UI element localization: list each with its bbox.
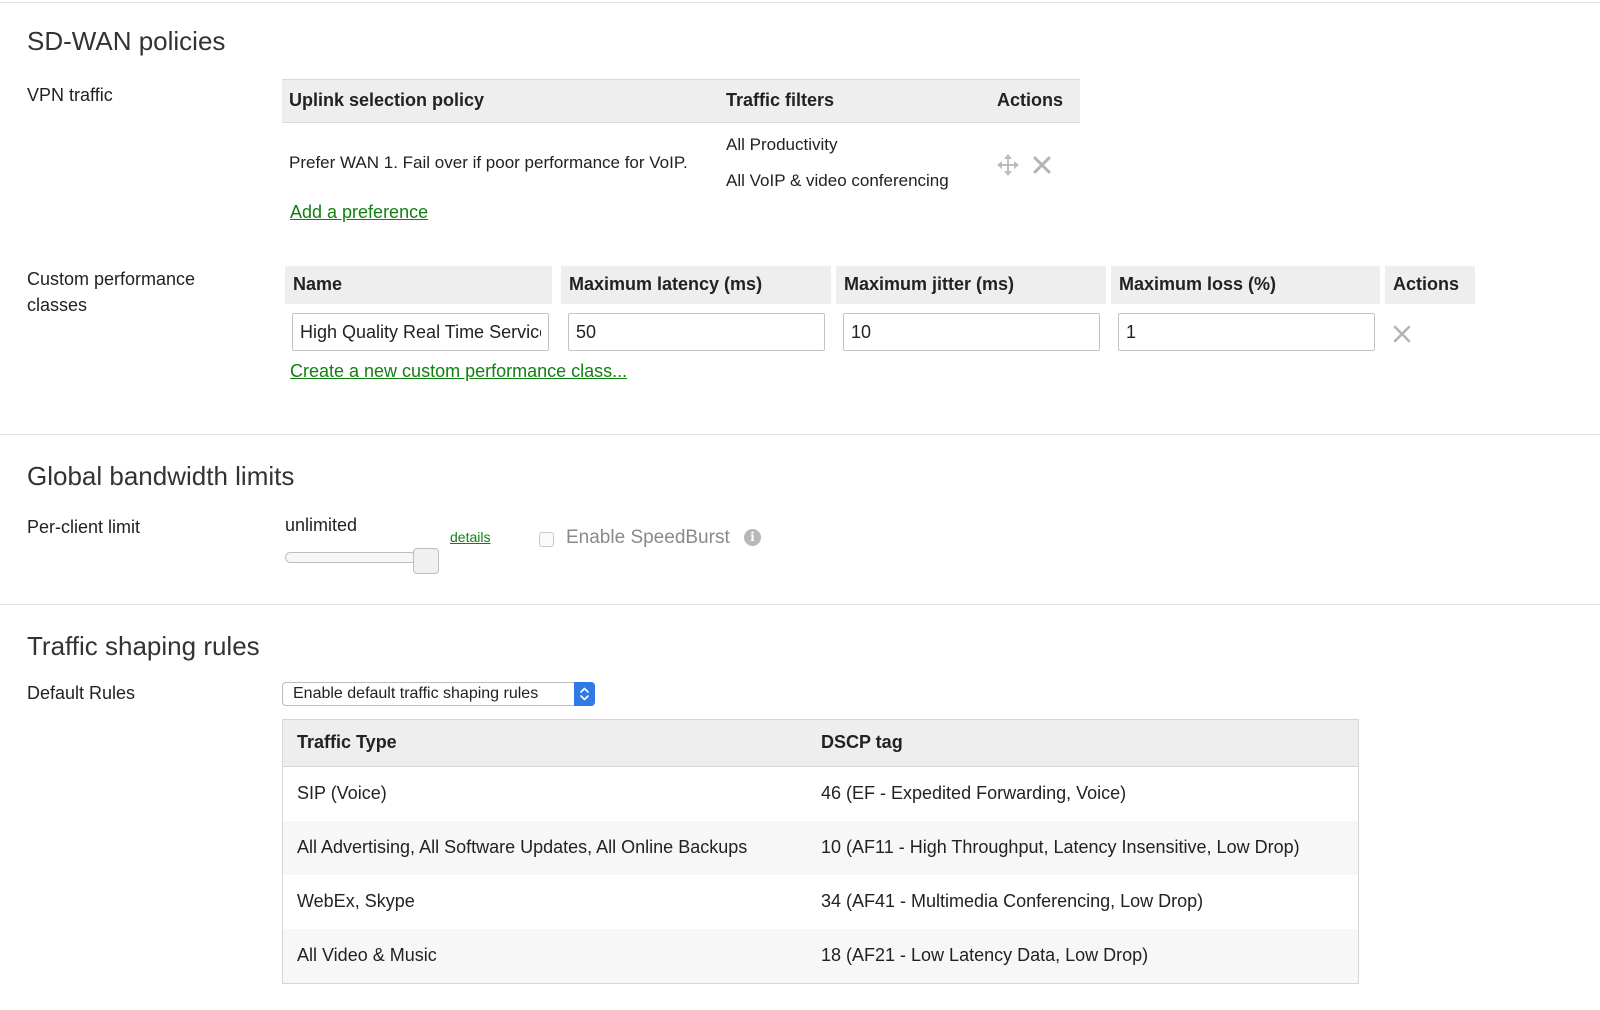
traffic-type-cell: All Advertising, All Software Updates, A…: [297, 837, 748, 857]
drag-handle-icon[interactable]: [996, 153, 1020, 177]
table-row[interactable]: All Advertising, All Software Updates, A…: [283, 821, 1358, 875]
perf-col-jitter: Maximum jitter (ms): [836, 266, 1106, 304]
perf-col-actions: Actions: [1385, 266, 1475, 304]
perf-col-actions-text: Actions: [1393, 274, 1460, 294]
vpn-traffic-label: VPN traffic: [27, 85, 113, 105]
dscp-tag-cell: 10 (AF11 - High Throughput, Latency Inse…: [821, 837, 1300, 857]
traffic-type-cell: SIP (Voice): [297, 783, 387, 803]
perf-col-name-text: Name: [293, 274, 343, 294]
perf-class-name-input[interactable]: [292, 313, 549, 351]
traffic-type-cell: WebEx, Skype: [297, 891, 415, 911]
vpn-table-header: Uplink selection policy Traffic filters …: [282, 79, 1080, 123]
create-perf-class-link[interactable]: Create a new custom performance class...: [290, 361, 627, 382]
section-divider: [0, 604, 1600, 605]
info-icon[interactable]: i: [744, 529, 761, 546]
traffic-shaping-table: Traffic Type DSCP tag SIP (Voice) 46 (EF…: [282, 719, 1359, 984]
vpn-table-row: Prefer WAN 1. Fail over if poor performa…: [282, 123, 1080, 203]
dscp-tag-cell: 18 (AF21 - Low Latency Data, Low Drop): [821, 945, 1149, 965]
shaping-table-header: Traffic Type DSCP tag: [283, 720, 1358, 767]
top-divider: [0, 2, 1600, 3]
default-rules-select[interactable]: Enable default traffic shaping rules: [282, 682, 595, 706]
custom-performance-classes-label: Custom performance classes: [27, 269, 196, 315]
table-row[interactable]: SIP (Voice) 46 (EF - Expedited Forwardin…: [283, 767, 1358, 821]
dscp-tag-cell: 34 (AF41 - Multimedia Conferencing, Low …: [821, 891, 1204, 911]
bandwidth-section-title: Global bandwidth limits: [27, 461, 295, 491]
default-rules-selected-text: Enable default traffic shaping rules: [293, 685, 539, 702]
speedburst-checkbox[interactable]: [539, 532, 554, 547]
shaping-section-title: Traffic shaping rules: [27, 631, 260, 661]
max-latency-input[interactable]: [568, 313, 825, 351]
col-dscp-tag: DSCP tag: [821, 732, 903, 752]
traffic-filter-item: All VoIP & video conferencing: [726, 171, 949, 190]
perf-col-loss: Maximum loss (%): [1111, 266, 1380, 304]
speedburst-label: Enable SpeedBurst: [566, 527, 730, 548]
perf-col-jitter-text: Maximum jitter (ms): [844, 274, 1015, 294]
per-client-limit-label: Per-client limit: [27, 517, 141, 537]
section-divider: [0, 434, 1600, 435]
perf-col-latency: Maximum latency (ms): [561, 266, 831, 304]
details-link[interactable]: details: [450, 529, 490, 545]
col-uplink-policy: Uplink selection policy: [289, 90, 485, 110]
col-traffic-filters: Traffic filters: [726, 90, 835, 110]
bandwidth-slider-track[interactable]: [285, 552, 417, 563]
max-jitter-input[interactable]: [843, 313, 1100, 351]
default-rules-label: Default Rules: [27, 683, 136, 703]
dscp-tag-cell: 46 (EF - Expedited Forwarding, Voice): [821, 783, 1127, 803]
perf-col-latency-text: Maximum latency (ms): [569, 274, 763, 294]
perf-col-name: Name: [285, 266, 552, 304]
table-row[interactable]: All Video & Music 18 (AF21 - Low Latency…: [283, 929, 1358, 983]
remove-preference-icon[interactable]: [1030, 153, 1054, 177]
table-row[interactable]: WebEx, Skype 34 (AF41 - Multimedia Confe…: [283, 875, 1358, 929]
col-actions: Actions: [997, 90, 1064, 110]
select-arrows-icon: [574, 682, 595, 706]
traffic-filter-item: All Productivity: [726, 135, 838, 154]
perf-col-loss-text: Maximum loss (%): [1119, 274, 1277, 294]
traffic-type-cell: All Video & Music: [297, 945, 437, 965]
uplink-policy-text: Prefer WAN 1. Fail over if poor performa…: [289, 153, 688, 172]
sdwan-section-title: SD-WAN policies: [27, 26, 226, 56]
limit-value-text: unlimited: [285, 515, 358, 535]
bandwidth-slider-thumb[interactable]: [413, 548, 439, 574]
col-traffic-type: Traffic Type: [297, 732, 397, 752]
max-loss-input[interactable]: [1118, 313, 1375, 351]
add-preference-link[interactable]: Add a preference: [290, 202, 428, 223]
remove-perf-class-icon[interactable]: [1390, 322, 1414, 346]
vpn-traffic-table: Uplink selection policy Traffic filters …: [282, 79, 1080, 203]
vpn-row-actions: [996, 153, 1054, 177]
